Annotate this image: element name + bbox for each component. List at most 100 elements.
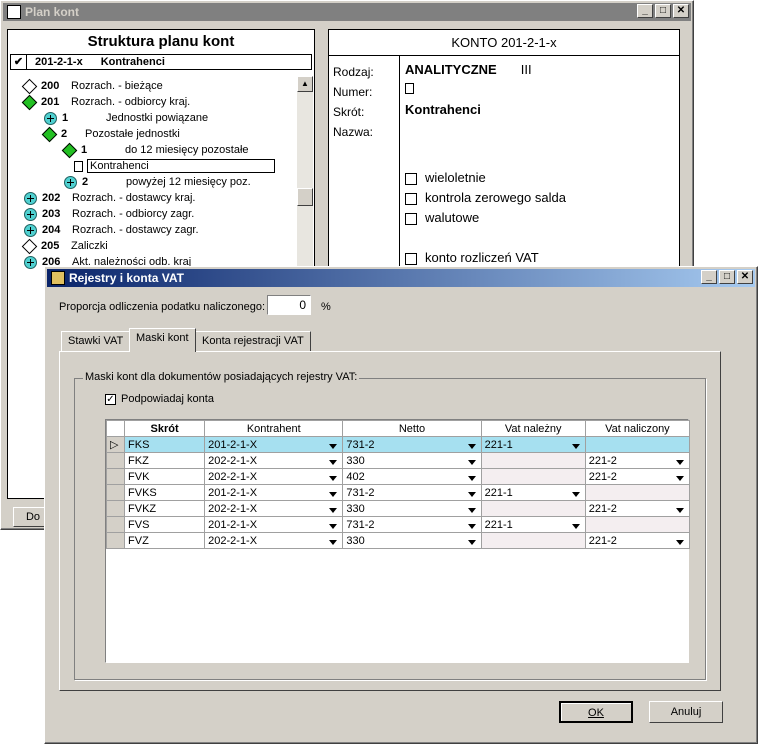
expanded-node-icon[interactable]: [61, 142, 78, 158]
maximize-button[interactable]: □: [655, 4, 671, 18]
tree-code: 200: [41, 80, 60, 92]
cell-skrot[interactable]: FVS: [124, 516, 206, 533]
tree-row[interactable]: 2 Pozostałe jednostki: [41, 126, 180, 142]
cell-netto[interactable]: 330: [342, 532, 482, 549]
tree-row[interactable]: 1 Jednostki powiązane: [44, 110, 208, 126]
tree-row[interactable]: 2 powyżej 12 miesięcy poz.: [64, 174, 251, 190]
row-indicator[interactable]: [105, 484, 126, 501]
checkbox-walutowe[interactable]: walutowe: [405, 208, 566, 228]
cell-kontrahent[interactable]: 202-2-1-X: [204, 468, 344, 485]
cell-vat-naliczony[interactable]: [584, 516, 691, 533]
leaf-node-icon[interactable]: [21, 78, 38, 94]
table-row[interactable]: FVZ 202-2-1-X 330 221-2: [105, 532, 691, 549]
table-row[interactable]: FVS 201-2-1-X 731-2 221-1: [105, 516, 691, 533]
cell-kontrahent[interactable]: 202-2-1-X: [204, 532, 344, 549]
row-indicator[interactable]: [105, 532, 126, 549]
tree-row[interactable]: 205 Zaliczki: [21, 238, 108, 254]
cell-vat-naliczony[interactable]: 221-2: [584, 532, 691, 549]
tab-stawki-vat[interactable]: Stawki VAT: [61, 331, 131, 351]
cell-netto[interactable]: 731-2: [342, 436, 482, 453]
checkbox-vat[interactable]: konto rozliczeń VAT: [405, 248, 566, 268]
expanded-node-icon[interactable]: [21, 94, 38, 110]
cell-vat-nalezny[interactable]: 221-1: [480, 516, 586, 533]
cell-vat-naliczony[interactable]: 221-2: [584, 468, 691, 485]
scroll-thumb[interactable]: [297, 188, 313, 206]
close-button[interactable]: ✕: [673, 4, 689, 18]
cell-netto[interactable]: 402: [342, 468, 482, 485]
proportion-input[interactable]: 0: [267, 295, 311, 315]
cell-vat-naliczony[interactable]: 221-2: [584, 452, 691, 469]
cell-vat-nalezny[interactable]: [480, 500, 586, 517]
dialog-titlebar[interactable]: Rejestry i konta VAT _ □ ✕: [47, 269, 755, 287]
selected-code: 201-2-1-x: [35, 56, 83, 68]
cell-kontrahent[interactable]: 201-2-1-X: [204, 484, 344, 501]
cell-kontrahent[interactable]: 202-2-1-X: [204, 500, 344, 517]
row-indicator[interactable]: [105, 468, 126, 485]
expand-plus-icon[interactable]: [44, 111, 57, 125]
tree-row[interactable]: 202 Rozrach. - dostawcy kraj.: [24, 190, 195, 206]
document-icon[interactable]: [74, 160, 83, 172]
tree-title: Struktura planu kont: [87, 33, 235, 50]
expanded-node-icon[interactable]: [41, 126, 58, 142]
cell-netto[interactable]: 731-2: [342, 484, 482, 501]
cell-skrot[interactable]: FVKZ: [124, 500, 206, 517]
cell-vat-naliczony[interactable]: [584, 484, 691, 501]
suggest-checkbox[interactable]: ✓ Podpowiadaj konta: [105, 393, 214, 405]
row-indicator[interactable]: [105, 516, 126, 533]
plan-kont-titlebar[interactable]: Plan kont _ □ ✕: [3, 3, 691, 21]
table-row[interactable]: FVK 202-2-1-X 402 221-2: [105, 468, 691, 485]
minimize-button[interactable]: _: [701, 270, 717, 284]
tree-row[interactable]: 201 Rozrach. - odbiorcy kraj.: [21, 94, 190, 110]
maximize-button[interactable]: □: [719, 270, 735, 284]
cell-netto[interactable]: 330: [342, 452, 482, 469]
leaf-node-icon[interactable]: [21, 238, 38, 254]
cell-skrot[interactable]: FVZ: [124, 532, 206, 549]
tab-maski-kont[interactable]: Maski kont: [129, 328, 196, 352]
cell-vat-nalezny[interactable]: [480, 468, 586, 485]
cell-vat-nalezny[interactable]: 221-1: [480, 484, 586, 501]
app-icon: [51, 271, 65, 285]
cell-vat-naliczony[interactable]: 221-2: [584, 500, 691, 517]
cell-vat-naliczony[interactable]: [584, 436, 691, 453]
cell-skrot[interactable]: FKS: [124, 436, 206, 453]
tree-row[interactable]: 200 Rozrach. - bieżące: [21, 78, 163, 94]
checkbox-kontrola[interactable]: kontrola zerowego salda: [405, 188, 566, 208]
cell-skrot[interactable]: FVKS: [124, 484, 206, 501]
row-indicator[interactable]: ▷: [105, 436, 126, 453]
expand-plus-icon[interactable]: [24, 255, 37, 269]
checkbox-wieloletnie[interactable]: wieloletnie: [405, 168, 566, 188]
numer-label: Numer:: [333, 85, 373, 99]
tree-row[interactable]: 203 Rozrach. - odbiorcy zagr.: [24, 206, 194, 222]
table-row[interactable]: ▷ FKS 201-2-1-X 731-2 221-1: [105, 436, 691, 453]
expand-plus-icon[interactable]: [24, 191, 37, 205]
cell-netto[interactable]: 330: [342, 500, 482, 517]
cell-vat-nalezny[interactable]: 221-1: [480, 436, 586, 453]
close-button[interactable]: ✕: [737, 270, 753, 284]
table-row[interactable]: FVKS 201-2-1-X 731-2 221-1: [105, 484, 691, 501]
col-netto: Netto: [342, 420, 482, 437]
expand-plus-icon[interactable]: [24, 207, 37, 221]
tab-konta-rejestracji[interactable]: Konta rejestracji VAT: [195, 331, 311, 351]
cancel-button[interactable]: Anuluj: [649, 701, 723, 723]
ok-button[interactable]: OK: [559, 701, 633, 723]
table-row[interactable]: FVKZ 202-2-1-X 330 221-2: [105, 500, 691, 517]
cell-skrot[interactable]: FKZ: [124, 452, 206, 469]
tree-row[interactable]: 1 do 12 miesięcy pozostałe: [61, 142, 249, 158]
dialog-title: Rejestry i konta VAT: [69, 271, 184, 285]
tree-row[interactable]: Kontrahenci: [74, 158, 275, 174]
table-row[interactable]: FKZ 202-2-1-X 330 221-2: [105, 452, 691, 469]
expand-plus-icon[interactable]: [24, 223, 37, 237]
cell-netto[interactable]: 731-2: [342, 516, 482, 533]
cell-kontrahent[interactable]: 201-2-1-X: [204, 516, 344, 533]
tree-row[interactable]: 204 Rozrach. - dostawcy zagr.: [24, 222, 199, 238]
scroll-up-button[interactable]: ▲: [297, 76, 313, 92]
row-indicator[interactable]: [105, 452, 126, 469]
cell-kontrahent[interactable]: 202-2-1-X: [204, 452, 344, 469]
cell-kontrahent[interactable]: 201-2-1-X: [204, 436, 344, 453]
row-indicator[interactable]: [105, 500, 126, 517]
expand-plus-icon[interactable]: [64, 175, 77, 189]
cell-vat-nalezny[interactable]: [480, 532, 586, 549]
minimize-button[interactable]: _: [637, 4, 653, 18]
cell-skrot[interactable]: FVK: [124, 468, 206, 485]
cell-vat-nalezny[interactable]: [480, 452, 586, 469]
